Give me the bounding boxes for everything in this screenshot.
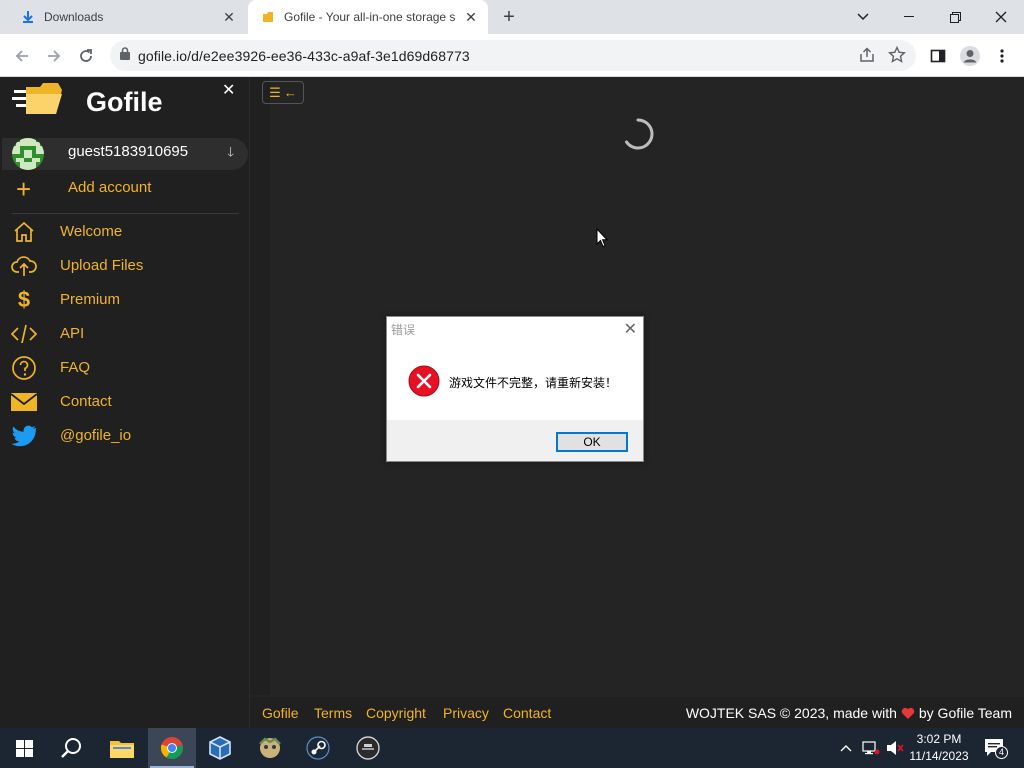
browser-toolbar: gofile.io/d/e2ee3926-ee36-433c-a9af-3e1d… xyxy=(0,34,1024,77)
dollar-icon: $ xyxy=(17,287,31,312)
account-name: guest5183910695 xyxy=(68,143,189,160)
address-bar[interactable]: gofile.io/d/e2ee3926-ee36-433c-a9af-3e1d… xyxy=(110,40,916,71)
notification-count-badge: 4 xyxy=(995,746,1008,759)
search-button[interactable] xyxy=(48,728,96,768)
avatar xyxy=(12,138,44,170)
footer-link-privacy[interactable]: Privacy xyxy=(443,705,489,721)
network-icon[interactable] xyxy=(860,728,882,768)
gofile-favicon-icon xyxy=(260,9,276,25)
sidebar-item-contact[interactable]: Contact xyxy=(10,388,246,416)
lock-icon[interactable] xyxy=(120,46,130,65)
sidebar-item-premium[interactable]: $ Premium xyxy=(10,286,246,314)
error-dialog: 错误 ✕ 游戏文件不完整，请重新安装！ OK xyxy=(386,316,644,462)
close-icon[interactable]: ✕ xyxy=(624,319,637,339)
menu-icon: ☰ xyxy=(269,84,281,100)
footer-copyright: WOJTEK SAS © 2023, made with by Gofile T… xyxy=(685,705,1012,721)
taskbar: 3:02 PM 11/14/2023 4 xyxy=(0,728,1024,768)
tab-title: Downloads xyxy=(44,10,104,24)
side-panel-icon[interactable] xyxy=(924,42,952,70)
back-button[interactable] xyxy=(8,42,36,70)
brand-name: Gofile xyxy=(86,87,163,117)
download-icon xyxy=(20,9,36,25)
steam-icon xyxy=(306,736,330,760)
sidebar-item-upload-files[interactable]: Upload Files xyxy=(10,252,246,280)
search-icon xyxy=(61,738,81,758)
footer: Gofile Terms Copyright Privacy Contact W… xyxy=(250,697,1024,728)
tab-title: Gofile - Your all-in-one storage s xyxy=(284,10,456,24)
close-icon[interactable]: ✕ xyxy=(462,8,480,26)
divider xyxy=(12,213,239,214)
close-window-button[interactable] xyxy=(978,0,1024,34)
taskbar-game-app[interactable] xyxy=(246,728,294,768)
mouse-cursor-icon xyxy=(596,228,608,248)
ok-button[interactable]: OK xyxy=(556,432,628,452)
bookmark-star-icon[interactable] xyxy=(887,45,907,69)
forward-button[interactable] xyxy=(40,42,68,70)
system-clock[interactable]: 3:02 PM 11/14/2023 xyxy=(904,731,974,765)
envelope-icon xyxy=(10,388,38,416)
footer-link-copyright[interactable]: Copyright xyxy=(366,705,426,721)
folder-icon xyxy=(110,741,134,758)
notification-center-button[interactable]: 4 xyxy=(980,728,1010,768)
volume-muted-icon[interactable] xyxy=(884,728,906,768)
gofile-logo[interactable] xyxy=(12,82,64,118)
chevron-up-icon xyxy=(840,745,852,752)
heart-icon xyxy=(901,707,915,719)
taskbar-virtualbox[interactable] xyxy=(196,728,244,768)
app-icon xyxy=(356,736,380,760)
error-icon xyxy=(408,365,440,397)
code-icon xyxy=(10,320,38,348)
arrow-down-icon: 🡓 xyxy=(227,144,234,159)
game-character-icon xyxy=(259,737,281,758)
taskbar-file-explorer[interactable] xyxy=(98,728,146,768)
dialog-message: 游戏文件不完整，请重新安装！ xyxy=(449,376,618,390)
toggle-sidebar-button[interactable]: ☰ ← xyxy=(262,81,304,104)
taskbar-app[interactable] xyxy=(344,728,392,768)
account-selector[interactable]: guest5183910695 🡓 xyxy=(2,138,248,170)
plus-icon: + xyxy=(16,174,32,204)
restore-button[interactable] xyxy=(932,0,978,34)
footer-link-terms[interactable]: Terms xyxy=(314,705,352,721)
sidebar-item-welcome[interactable]: Welcome xyxy=(10,218,246,246)
cloud-upload-icon xyxy=(10,252,38,280)
chrome-menu-icon[interactable] xyxy=(988,42,1016,70)
footer-link-contact[interactable]: Contact xyxy=(503,705,551,721)
footer-link-gofile[interactable]: Gofile xyxy=(262,705,299,721)
sidebar-item-faq[interactable]: FAQ xyxy=(10,354,246,382)
show-hidden-icons-button[interactable] xyxy=(836,728,856,768)
twitter-icon xyxy=(10,422,38,450)
taskbar-steam[interactable] xyxy=(294,728,342,768)
question-icon xyxy=(10,354,38,382)
profile-avatar-icon[interactable] xyxy=(956,42,984,70)
url-text: gofile.io/d/e2ee3926-ee36-433c-a9af-3e1d… xyxy=(138,47,470,64)
add-account-button[interactable]: + Add account xyxy=(12,174,248,204)
close-icon[interactable]: ✕ xyxy=(220,8,238,26)
new-tab-button[interactable]: + xyxy=(498,6,520,28)
chrome-icon xyxy=(160,737,183,759)
tab-search-icon[interactable] xyxy=(840,0,886,34)
sidebar-item-api[interactable]: API xyxy=(10,320,246,348)
sidebar-item-twitter[interactable]: @gofile_io xyxy=(10,422,246,450)
close-icon[interactable]: ✕ xyxy=(222,80,235,100)
minimize-button[interactable] xyxy=(886,0,932,34)
cube-icon xyxy=(209,736,231,760)
taskbar-chrome[interactable] xyxy=(148,728,196,768)
tab-downloads[interactable]: Downloads ✕ xyxy=(8,0,246,34)
tab-gofile[interactable]: Gofile - Your all-in-one storage s ✕ xyxy=(248,0,488,34)
windows-icon xyxy=(15,739,33,757)
reload-button[interactable] xyxy=(72,42,100,70)
share-icon[interactable] xyxy=(858,46,876,69)
browser-tab-strip: Downloads ✕ Gofile - Your all-in-one sto… xyxy=(0,0,1024,34)
start-button[interactable] xyxy=(0,728,48,768)
arrow-left-icon: ← xyxy=(283,85,297,100)
home-icon xyxy=(10,218,38,246)
dialog-title: 错误 xyxy=(391,323,416,337)
loading-spinner-icon xyxy=(625,118,654,150)
